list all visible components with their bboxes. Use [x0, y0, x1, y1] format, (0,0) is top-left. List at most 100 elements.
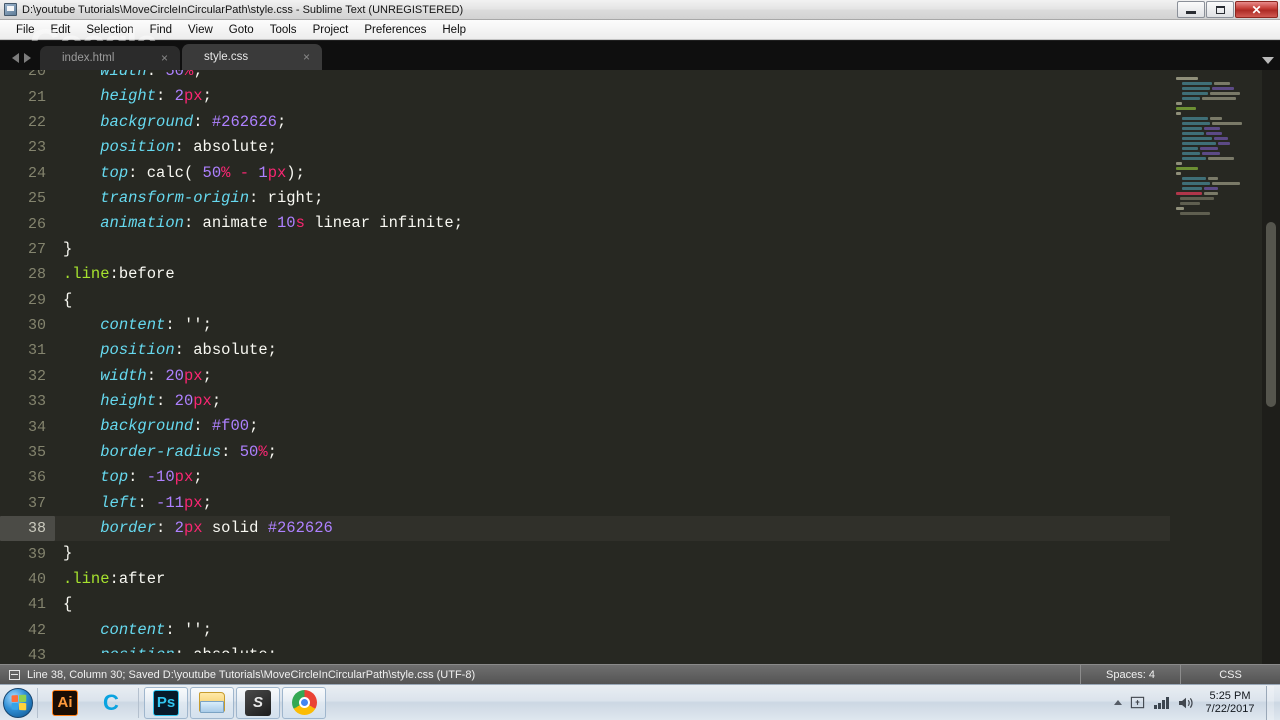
code-line[interactable]: background: #f00; — [55, 414, 1170, 439]
code-line[interactable]: transform-origin: right; — [55, 186, 1170, 211]
minimize-button[interactable] — [1177, 1, 1205, 18]
code-line[interactable]: height: 2px; — [55, 84, 1170, 109]
code-line[interactable]: .line:before — [55, 262, 1170, 287]
vertical-scrollbar[interactable] — [1262, 70, 1280, 664]
code-line[interactable]: animation: animate 10s linear infinite; — [55, 211, 1170, 236]
code-token: ; — [249, 417, 259, 436]
code-line[interactable]: position: absolute; — [55, 338, 1170, 363]
status-message: Line 38, Column 30; Saved D:\youtube Tut… — [27, 668, 476, 681]
code-line[interactable]: border: 2px solid #262626 — [55, 516, 1170, 542]
code-token: height — [100, 87, 157, 106]
tab-style-css[interactable]: style.css × — [182, 44, 322, 70]
code-line[interactable]: left: -11px; — [55, 491, 1170, 516]
code-token: px — [183, 519, 203, 538]
code-token: : — [193, 112, 212, 131]
chrome-icon — [291, 690, 317, 715]
code-minimap[interactable] — [1170, 70, 1262, 664]
sublime-text-icon: S — [245, 689, 271, 716]
code-content[interactable]: width: 50%; height: 2px; background: #26… — [55, 59, 1170, 653]
tab-close-icon[interactable]: × — [273, 51, 310, 63]
show-desktop-button[interactable] — [1266, 685, 1274, 720]
menu-goto[interactable]: Goto — [221, 22, 262, 38]
code-token: left — [100, 493, 138, 512]
menu-selection[interactable]: Selection — [78, 22, 141, 38]
code-token: background — [100, 417, 194, 436]
status-panel-icon[interactable] — [9, 669, 20, 680]
tab-nav-arrows[interactable] — [0, 53, 40, 70]
code-line[interactable]: top: calc( 50% - 1px); — [55, 161, 1170, 186]
code-line[interactable]: .line:after — [55, 567, 1170, 592]
show-hidden-icons-icon[interactable] — [1114, 700, 1122, 705]
taskbar-sublime-text[interactable]: S — [236, 686, 280, 719]
line-number: 40 — [27, 571, 46, 588]
code-line[interactable]: content: ''; — [55, 618, 1170, 643]
volume-icon[interactable] — [1177, 694, 1194, 711]
line-number: 34 — [27, 418, 46, 436]
tab-label: style.css — [204, 51, 249, 63]
code-line[interactable]: border-radius: 50%; — [55, 440, 1170, 465]
taskbar-photoshop[interactable]: Ps — [144, 686, 188, 719]
taskbar-file-explorer[interactable] — [190, 686, 234, 719]
code-token: .line — [63, 265, 110, 284]
action-center-icon[interactable] — [1129, 694, 1146, 711]
code-token: - — [230, 163, 259, 182]
menu-project[interactable]: Project — [305, 22, 357, 38]
start-button[interactable] — [3, 687, 33, 718]
code-line[interactable]: { — [55, 288, 1170, 313]
line-number: 21 — [27, 88, 46, 106]
indent-setting[interactable]: Spaces: 4 — [1080, 665, 1180, 684]
status-bar: Line 38, Column 30; Saved D:\youtube Tut… — [0, 664, 1280, 684]
syntax-setting[interactable]: CSS — [1180, 665, 1280, 684]
code-token: } — [63, 239, 73, 258]
window-controls: ✕ — [1177, 1, 1278, 18]
tab-next-icon[interactable] — [24, 53, 31, 63]
scrollbar-thumb[interactable] — [1266, 222, 1276, 407]
line-number: 35 — [27, 444, 46, 462]
tab-prev-icon[interactable] — [12, 53, 19, 63]
code-line[interactable]: } — [55, 237, 1170, 262]
chevron-down-icon[interactable] — [1262, 57, 1274, 64]
code-line[interactable]: width: 20px; — [55, 364, 1170, 389]
code-line[interactable]: position: absolute; — [55, 643, 1170, 653]
taskbar-clock[interactable]: 5:25 PM 7/22/2017 — [1201, 690, 1259, 716]
menu-file[interactable]: File — [8, 22, 43, 38]
code-token: : — [156, 519, 175, 538]
taskbar-illustrator[interactable]: Ai — [43, 687, 87, 719]
code-token: 2 — [174, 87, 184, 106]
code-line[interactable]: content: ''; — [55, 313, 1170, 338]
code-token: absolute — [193, 646, 267, 653]
code-editor[interactable]: 20 21 22 23 24 25 26 27 28 29 30 31 32 33 34 35 36 37 38 39… — [0, 59, 1280, 664]
camtasia-icon: C — [103, 689, 119, 715]
taskbar-chrome[interactable] — [282, 686, 326, 719]
code-token: : — [174, 138, 194, 157]
code-token: animation — [100, 214, 184, 233]
code-token: : — [156, 87, 175, 106]
close-icon: ✕ — [1251, 2, 1262, 17]
code-line[interactable]: top: -10px; — [55, 465, 1170, 490]
menu-preferences[interactable]: Preferences — [356, 22, 434, 38]
code-line[interactable]: background: #262626; — [55, 110, 1170, 135]
code-token: -10 — [146, 468, 175, 487]
code-line[interactable]: position: absolute; — [55, 135, 1170, 160]
tab-index-html[interactable]: index.html × — [40, 46, 180, 70]
code-line[interactable]: height: 20px; — [55, 389, 1170, 414]
code-token: : — [146, 366, 166, 385]
code-line[interactable]: { — [55, 592, 1170, 617]
close-button[interactable]: ✕ — [1235, 1, 1278, 18]
code-token: px — [174, 468, 194, 487]
menu-edit[interactable]: Edit — [43, 22, 79, 38]
taskbar-camtasia[interactable]: C — [89, 687, 133, 719]
tab-close-icon[interactable]: × — [131, 52, 168, 64]
menu-view[interactable]: View — [180, 22, 221, 38]
windows-logo-icon — [11, 694, 26, 711]
code-line[interactable]: } — [55, 541, 1170, 566]
menu-tools[interactable]: Tools — [262, 22, 305, 38]
menu-find[interactable]: Find — [142, 22, 180, 38]
maximize-button[interactable] — [1206, 1, 1234, 18]
menu-help[interactable]: Help — [434, 22, 474, 38]
code-token: px — [193, 392, 212, 411]
network-icon[interactable] — [1153, 694, 1170, 711]
code-token: 50 — [239, 442, 259, 461]
code-token: :after — [109, 569, 166, 588]
